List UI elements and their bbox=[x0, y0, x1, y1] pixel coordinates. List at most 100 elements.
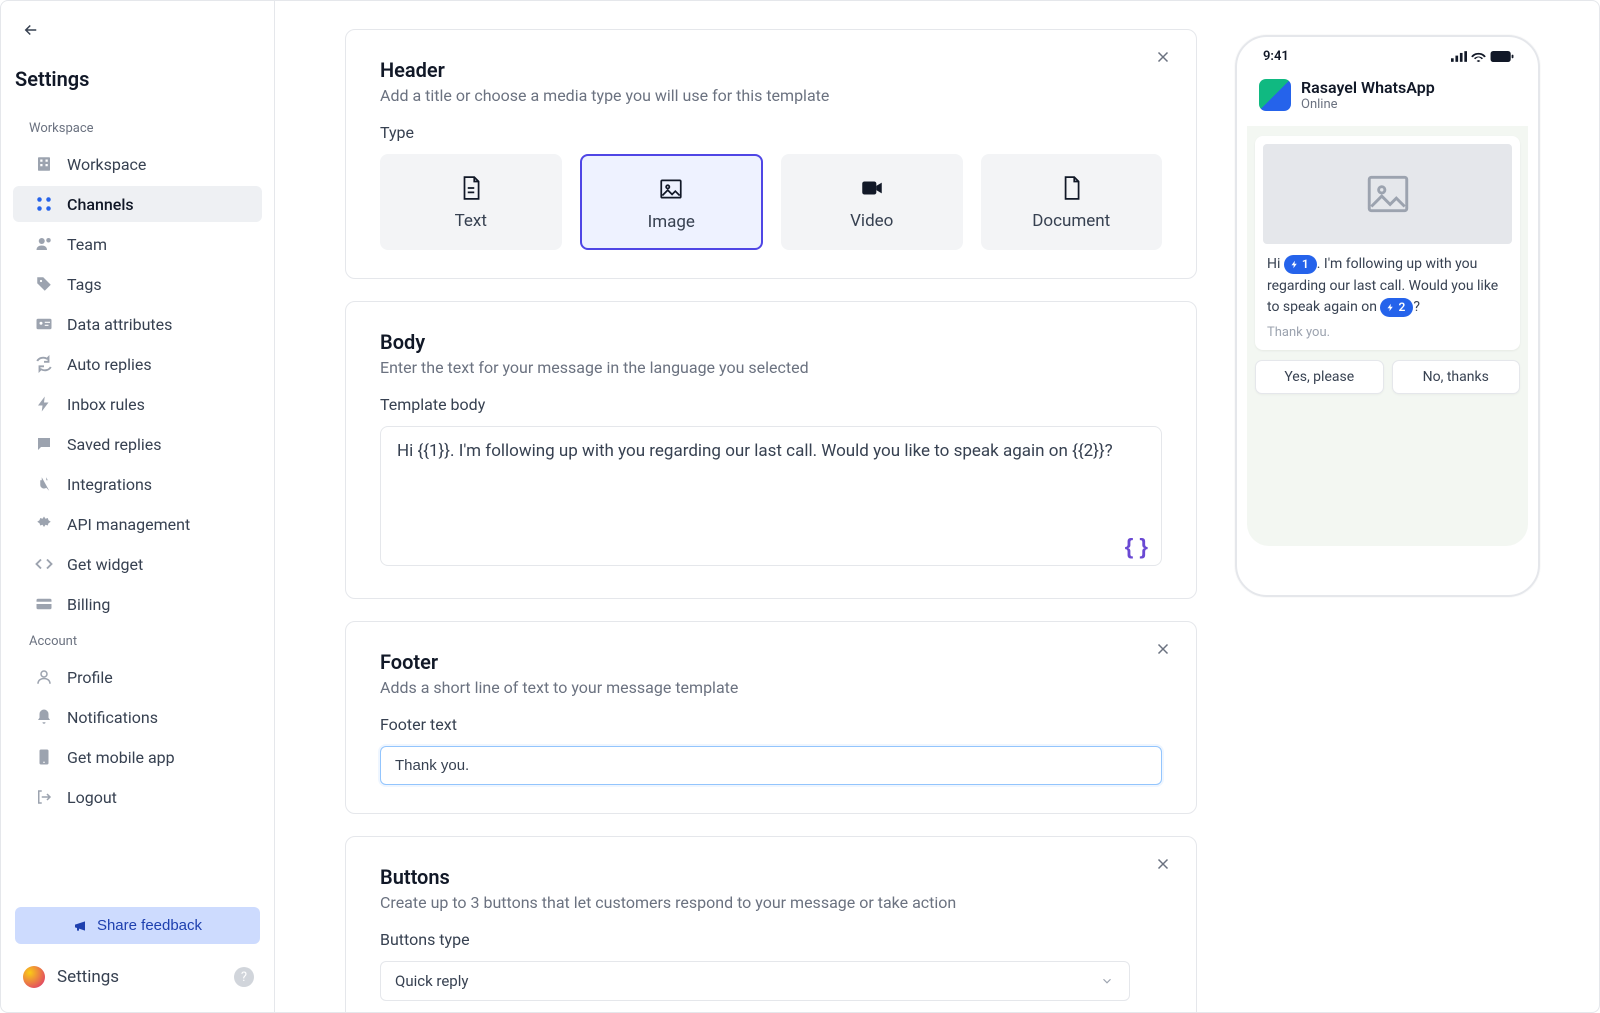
sidebar-item-profile[interactable]: Profile bbox=[13, 659, 262, 695]
buttons-desc: Create up to 3 buttons that let customer… bbox=[380, 893, 1162, 912]
refresh-icon bbox=[33, 354, 55, 374]
code-icon bbox=[33, 554, 55, 574]
building-icon bbox=[33, 154, 55, 174]
buttons-type-select[interactable]: Quick reply bbox=[380, 961, 1130, 1001]
share-feedback-label: Share feedback bbox=[97, 917, 202, 934]
header-card: Header Add a title or choose a media typ… bbox=[345, 29, 1197, 279]
template-body-textarea[interactable] bbox=[380, 426, 1162, 566]
footer-card: Footer Adds a short line of text to your… bbox=[345, 621, 1197, 814]
bell-icon bbox=[33, 707, 55, 727]
body-label: Template body bbox=[380, 395, 1162, 414]
sidebar-item-integrations[interactable]: Integrations bbox=[13, 466, 262, 502]
sidebar-item-auto-replies[interactable]: Auto replies bbox=[13, 346, 262, 382]
header-title: Header bbox=[380, 58, 1162, 82]
sidebar-item-api-management[interactable]: API management bbox=[13, 506, 262, 542]
sidebar-item-notifications[interactable]: Notifications bbox=[13, 699, 262, 735]
plug-icon bbox=[33, 474, 55, 494]
type-label: Image bbox=[648, 212, 695, 232]
sidebar-item-label: Billing bbox=[67, 595, 110, 614]
preview-footer-text: Thank you. bbox=[1263, 319, 1512, 342]
help-icon[interactable]: ? bbox=[234, 967, 254, 987]
sidebar-item-label: Notifications bbox=[67, 708, 158, 727]
sidebar-item-label: Tags bbox=[67, 275, 102, 294]
type-option-image[interactable]: Image bbox=[580, 154, 764, 250]
logout-icon bbox=[33, 787, 55, 807]
type-label: Video bbox=[850, 211, 893, 231]
insert-variable-button[interactable]: { } bbox=[1125, 534, 1148, 560]
sidebar-item-label: Workspace bbox=[67, 155, 146, 174]
section-workspace-label: Workspace bbox=[1, 111, 274, 144]
section-account-label: Account bbox=[1, 624, 274, 657]
sidebar-item-label: Inbox rules bbox=[67, 395, 145, 414]
variable-pill-1: 1 bbox=[1284, 255, 1317, 274]
sidebar-footer[interactable]: Settings ? bbox=[1, 958, 274, 1000]
sidebar-item-label: API management bbox=[67, 515, 190, 534]
preview-button-1: Yes, please bbox=[1255, 360, 1384, 394]
tag-icon bbox=[33, 274, 55, 294]
sidebar-item-label: Logout bbox=[67, 788, 117, 807]
mobile-icon bbox=[33, 747, 55, 767]
type-option-document[interactable]: Document bbox=[981, 154, 1163, 250]
sidebar-item-get-widget[interactable]: Get widget bbox=[13, 546, 262, 582]
close-icon bbox=[1154, 48, 1172, 66]
preview-image-placeholder bbox=[1263, 144, 1512, 244]
preview-button-2: No, thanks bbox=[1392, 360, 1521, 394]
buttons-card: Buttons Create up to 3 buttons that let … bbox=[345, 836, 1197, 1012]
close-header-button[interactable] bbox=[1154, 48, 1172, 66]
sidebar-item-inbox-rules[interactable]: Inbox rules bbox=[13, 386, 262, 422]
sidebar-item-label: Team bbox=[67, 235, 107, 254]
phone-status-icons bbox=[1451, 51, 1514, 62]
sidebar-item-get-mobile-app[interactable]: Get mobile app bbox=[13, 739, 262, 775]
phone-time: 9:41 bbox=[1263, 49, 1289, 64]
text-file-icon bbox=[458, 175, 484, 201]
back-button[interactable] bbox=[19, 19, 43, 41]
close-buttons-button[interactable] bbox=[1154, 855, 1172, 873]
buttons-title: Buttons bbox=[380, 865, 1162, 889]
gear-icon bbox=[33, 514, 55, 534]
variable-pill-2: 2 bbox=[1380, 298, 1413, 317]
app-logo bbox=[1259, 79, 1291, 111]
sidebar-title: Settings bbox=[1, 49, 274, 111]
close-icon bbox=[1154, 855, 1172, 873]
share-feedback-button[interactable]: Share feedback bbox=[15, 907, 260, 944]
sidebar-item-tags[interactable]: Tags bbox=[13, 266, 262, 302]
type-option-video[interactable]: Video bbox=[781, 154, 963, 250]
sidebar-item-logout[interactable]: Logout bbox=[13, 779, 262, 815]
sidebar-item-data-attributes[interactable]: Data attributes bbox=[13, 306, 262, 342]
document-icon bbox=[1058, 175, 1084, 201]
type-label: Text bbox=[455, 211, 487, 231]
body-desc: Enter the text for your message in the l… bbox=[380, 358, 1162, 377]
type-option-text[interactable]: Text bbox=[380, 154, 562, 250]
video-icon bbox=[859, 175, 885, 201]
sidebar-item-label: Data attributes bbox=[67, 315, 172, 334]
channels-icon bbox=[33, 194, 55, 214]
sidebar-item-saved-replies[interactable]: Saved replies bbox=[13, 426, 262, 462]
sidebar-item-label: Integrations bbox=[67, 475, 152, 494]
sidebar-item-channels[interactable]: Channels bbox=[13, 186, 262, 222]
close-footer-button[interactable] bbox=[1154, 640, 1172, 658]
header-type-label: Type bbox=[380, 123, 1162, 142]
footer-text-input[interactable] bbox=[380, 746, 1162, 785]
sidebar-item-team[interactable]: Team bbox=[13, 226, 262, 262]
image-icon bbox=[658, 176, 684, 202]
card-icon bbox=[33, 594, 55, 614]
close-icon bbox=[1154, 640, 1172, 658]
megaphone-icon bbox=[73, 918, 89, 934]
preview-profile-name: Rasayel WhatsApp bbox=[1301, 78, 1435, 97]
user-icon bbox=[33, 667, 55, 687]
bolt-icon bbox=[33, 394, 55, 414]
sidebar-item-workspace[interactable]: Workspace bbox=[13, 146, 262, 182]
body-title: Body bbox=[380, 330, 1162, 354]
sidebar-item-label: Get mobile app bbox=[67, 748, 175, 767]
preview-body-text: Hi 1. I'm following up with you regardin… bbox=[1263, 254, 1512, 319]
header-desc: Add a title or choose a media type you w… bbox=[380, 86, 1162, 105]
sidebar-item-label: Profile bbox=[67, 668, 113, 687]
preview-message: Hi 1. I'm following up with you regardin… bbox=[1255, 136, 1520, 350]
sidebar-item-billing[interactable]: Billing bbox=[13, 586, 262, 622]
footer-desc: Adds a short line of text to your messag… bbox=[380, 678, 1162, 697]
type-label: Document bbox=[1032, 211, 1110, 231]
sidebar-item-label: Auto replies bbox=[67, 355, 152, 374]
phone-preview: 9:41 Rasayel WhatsApp Online bbox=[1235, 35, 1540, 597]
sidebar-item-label: Channels bbox=[67, 195, 134, 214]
sidebar-item-label: Get widget bbox=[67, 555, 143, 574]
